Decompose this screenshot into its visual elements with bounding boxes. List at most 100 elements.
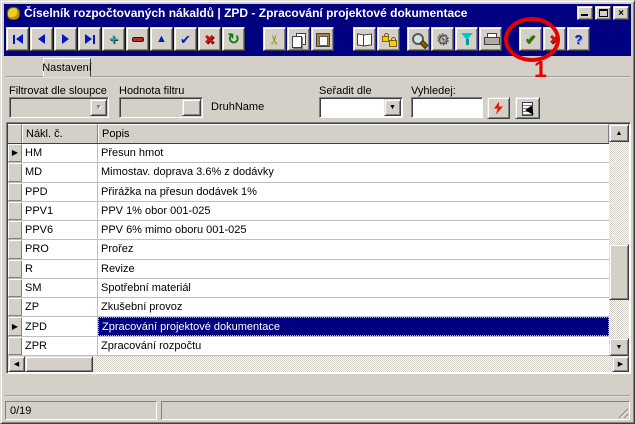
cell-code[interactable]: R (22, 260, 98, 278)
cell-desc[interactable]: Mimostav. doprava 3.6% z dodávky (98, 163, 609, 181)
row-indicator (8, 183, 22, 201)
cell-desc[interactable]: Revize (98, 260, 609, 278)
refresh-button[interactable]: ↻ (222, 27, 245, 51)
table-row-selected[interactable]: ▶ ZPD Zpracování projektové dokumentace (8, 317, 609, 336)
close-button[interactable]: × (613, 6, 629, 20)
row-indicator (8, 298, 22, 316)
cell-desc[interactable]: Přirážka na přesun dodávek 1% (98, 183, 609, 201)
sort-dropdown-button[interactable]: ▼ (384, 99, 401, 116)
last-record-button[interactable] (78, 27, 101, 51)
printer-icon (484, 33, 498, 45)
cell-code[interactable]: MD (22, 163, 98, 181)
paste-icon (316, 32, 329, 46)
grid-body: Nákl. č. Popis ▶ HM Přesun hmot MD Mimos… (8, 124, 609, 356)
resize-grip[interactable] (616, 406, 628, 418)
search-button[interactable] (407, 27, 430, 51)
sort-combobox[interactable]: ▼ (319, 97, 403, 118)
cell-desc[interactable]: Zkušební provoz (98, 298, 609, 316)
row-indicator (8, 279, 22, 297)
cell-desc-selected[interactable]: Zpracování projektové dokumentace (98, 317, 609, 335)
table-row[interactable]: R Revize (8, 260, 609, 279)
scroll-left-button[interactable]: ◀ (8, 356, 25, 372)
print-button[interactable] (479, 27, 502, 51)
search-input[interactable] (411, 97, 483, 118)
cell-code[interactable]: PPV6 (22, 221, 98, 239)
horizontal-scroll-track[interactable] (93, 356, 612, 372)
filter-column-combobox[interactable]: ▼ (9, 97, 109, 118)
vertical-scroll-track[interactable] (609, 142, 629, 338)
permissions-button[interactable] (377, 27, 400, 51)
cell-desc[interactable]: PPV 1% obor 001-025 (98, 202, 609, 220)
insert-record-button[interactable]: + (102, 27, 125, 51)
copy-button[interactable] (287, 27, 310, 51)
filter-column-label: Filtrovat dle sloupce (9, 85, 107, 97)
scroll-down-button[interactable]: ▼ (609, 338, 629, 356)
app-icon (7, 7, 20, 20)
table-row[interactable]: PRO Prořez (8, 240, 609, 259)
cell-desc[interactable]: Přesun hmot (98, 144, 609, 162)
check-icon: ✔ (180, 33, 191, 46)
quick-search-button[interactable] (487, 97, 510, 119)
cell-code[interactable]: HM (22, 144, 98, 162)
table-row[interactable]: SM Spotřební materiál (8, 279, 609, 298)
filter-value-input[interactable] (119, 97, 203, 118)
select-report-button[interactable] (515, 97, 540, 119)
row-indicator (8, 202, 22, 220)
vertical-scroll-thumb[interactable] (609, 244, 629, 300)
cross-icon: ✖ (204, 33, 215, 46)
horizontal-scroll-thumb[interactable] (25, 356, 93, 372)
cell-code[interactable]: ZPD (22, 317, 98, 335)
column-header-desc[interactable]: Popis (98, 124, 609, 143)
prior-record-button[interactable] (30, 27, 53, 51)
filter-column-dropdown-button[interactable]: ▼ (90, 99, 107, 116)
cell-code[interactable]: ZP (22, 298, 98, 316)
cell-code[interactable]: PPV1 (22, 202, 98, 220)
scroll-right-button[interactable]: ▶ (612, 356, 629, 372)
codebook-button[interactable] (353, 27, 376, 51)
first-record-button[interactable] (6, 27, 29, 51)
statusbar-divider (5, 395, 630, 397)
cell-desc[interactable]: Spotřební materiál (98, 279, 609, 297)
cell-code[interactable]: SM (22, 279, 98, 297)
scroll-down-icon: ▼ (616, 344, 623, 351)
table-row[interactable]: ▶ HM Přesun hmot (8, 144, 609, 163)
delete-record-button[interactable] (126, 27, 149, 51)
table-row[interactable]: PPV1 PPV 1% obor 001-025 (8, 202, 609, 221)
cut-button[interactable]: ✂ (263, 27, 286, 51)
cell-desc[interactable]: PPV 6% mimo oboru 001-025 (98, 221, 609, 239)
next-record-icon (62, 34, 69, 44)
storno-button[interactable]: ✖ (543, 27, 566, 51)
help-button[interactable]: ? (567, 27, 590, 51)
cell-code[interactable]: ZPR (22, 337, 98, 355)
tab-nastaveni[interactable]: Nastavení (43, 58, 91, 77)
table-row[interactable]: PPD Přirážka na přesun dodávek 1% (8, 183, 609, 202)
cell-code[interactable]: PPD (22, 183, 98, 201)
filter-value-label: Hodnota filtru (119, 85, 184, 97)
table-row[interactable]: ZP Zkušební provoz (8, 298, 609, 317)
document-cursor-icon (522, 102, 533, 115)
maximize-button[interactable] (595, 6, 611, 20)
table-row[interactable]: PPV6 PPV 6% mimo oboru 001-025 (8, 221, 609, 240)
next-record-button[interactable] (54, 27, 77, 51)
filter-value-ellipsis-button[interactable] (182, 99, 201, 116)
cell-desc[interactable]: Prořez (98, 240, 609, 258)
cancel-record-button[interactable]: ✖ (198, 27, 221, 51)
cell-desc[interactable]: Zpracování rozpočtu (98, 337, 609, 355)
post-record-button[interactable]: ✔ (174, 27, 197, 51)
scroll-up-button[interactable]: ▲ (609, 124, 629, 142)
table-row[interactable]: ZPR Zpracování rozpočtu (8, 337, 609, 356)
scroll-right-icon: ▶ (618, 360, 623, 368)
vertical-scrollbar[interactable]: ▲ ▼ (609, 124, 629, 356)
column-header-code[interactable]: Nákl. č. (22, 124, 98, 143)
ok-button[interactable]: ✔ (519, 27, 542, 51)
settings-button[interactable]: ⚙ (431, 27, 454, 51)
table-row[interactable]: MD Mimostav. doprava 3.6% z dodávky (8, 163, 609, 182)
cell-code[interactable]: PRO (22, 240, 98, 258)
horizontal-scrollbar[interactable]: ◀ ▶ (8, 356, 629, 372)
filter-button[interactable] (455, 27, 478, 51)
paste-button[interactable] (311, 27, 334, 51)
edit-record-button[interactable]: ▲ (150, 27, 173, 51)
minimize-button[interactable] (577, 6, 593, 20)
book-icon (357, 33, 373, 45)
title-bar[interactable]: Číselník rozpočtovaných nákaldů | ZPD - … (4, 4, 631, 22)
